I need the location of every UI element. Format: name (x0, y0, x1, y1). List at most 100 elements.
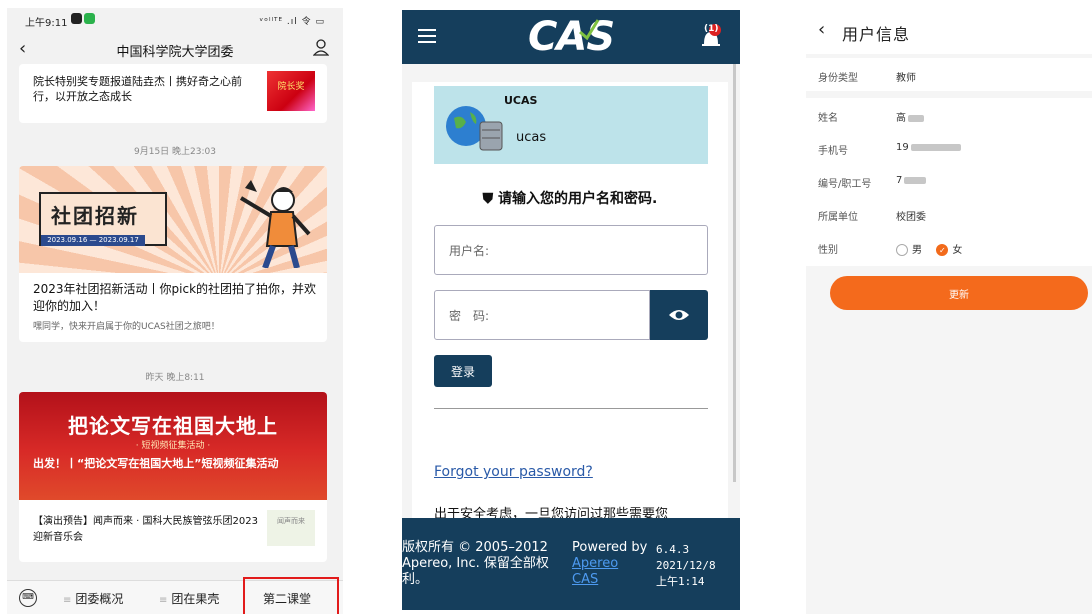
version-number: 6.4.3 (656, 543, 690, 556)
wechat-account-panel: 上午9:11 ᵛᵒˡˡᵀᴱ .ıl 令 ▭ ‹ 中国科学院大学团委 院长特别奖专… (7, 8, 343, 614)
field-label: 身份类型 (818, 73, 858, 84)
field-label: 性别 (818, 245, 838, 256)
version-info: 6.4.3 2021/12/8 上午1:14 (656, 542, 736, 590)
cas-logo: CAS (528, 14, 615, 60)
wechat-icon (84, 13, 95, 24)
cas-login-panel: CAS (1) UCAS ucas ⛊ 请输入您的用户名和密码. 用户名: 密 … (402, 10, 740, 610)
timestamp: 9月15日 晚上23:03 (134, 147, 216, 157)
field-row-gender: 性别 男 ✓ 女 (806, 230, 1092, 263)
back-arrow-icon[interactable]: ‹ (818, 19, 825, 40)
article-card[interactable]: 社团招新 2023.09.16 — 2023.09.17 2023年社团招新活动… (19, 166, 327, 342)
globe-server-icon (446, 106, 503, 151)
article-title: 【演出预告】闻声而来 · 国科大民族管弦乐团2023迎新音乐会 (33, 516, 258, 543)
field-label: 手机号 (818, 146, 848, 157)
redacted-blur (904, 176, 927, 184)
keyboard-icon[interactable]: ⌨ (19, 589, 37, 607)
signal-wifi-battery-icon: ᵛᵒˡˡᵀᴱ .ıl 令 ▭ (259, 17, 325, 27)
notification-count: (1) (704, 24, 719, 34)
show-password-eye-icon[interactable] (650, 290, 708, 340)
field-label: 所属单位 (818, 212, 858, 223)
article-card[interactable]: 把论文写在祖国大地上 · 短视频征集活动 · 出发！丨“把论文写在祖国大地上”短… (19, 392, 327, 562)
field-label: 姓名 (818, 113, 838, 124)
notification-bell-icon[interactable]: (1) (700, 24, 722, 50)
field-row-unit: 所属单位 校团委 (806, 197, 1092, 230)
cheering-person-illustration (239, 180, 311, 268)
radio-female-checked[interactable]: ✓ (936, 244, 949, 256)
field-value: 校团委 (896, 212, 926, 223)
service-info-box: UCAS ucas (434, 86, 708, 164)
highlight-box (243, 577, 339, 614)
copyright-text: 版权所有 © 2005–2012 Apereo, Inc. 保留全部权利。 (402, 540, 549, 587)
field-value-wrap: 高 (896, 109, 924, 124)
forgot-password-link[interactable]: Forgot your password? (434, 464, 593, 480)
article-thumbnail: 院长奖 (267, 71, 315, 111)
login-button[interactable]: 登录 (434, 355, 492, 387)
article-banner: 把论文写在祖国大地上 · 短视频征集活动 · 出发！丨“把论文写在祖国大地上”短… (19, 392, 327, 500)
tab-label: 团在果壳 (171, 592, 220, 606)
powered-prefix: Powered by (572, 540, 648, 555)
scrollbar[interactable] (733, 64, 736, 482)
field-value: 19 (896, 142, 909, 153)
field-row-staff-id: 编号/职工号 7 (806, 164, 1092, 197)
field-value: 高 (896, 113, 906, 124)
redacted-blur (908, 114, 924, 122)
banner-date: 2023.09.16 — 2023.09.17 (41, 235, 145, 246)
article-banner: 社团招新 2023.09.16 — 2023.09.17 (19, 166, 327, 273)
screenshot-collage: 上午9:11 ᵛᵒˡˡᵀᴱ .ıl 令 ▭ ‹ 中国科学院大学团委 院长特别奖专… (0, 0, 1092, 614)
field-value-wrap: 19 (896, 142, 961, 153)
password-input[interactable]: 密 码: (434, 290, 650, 340)
field-row-phone: 手机号 19 (806, 131, 1092, 164)
banner-subtitle: · 短视频征集活动 · (135, 441, 211, 451)
field-value: 7 (896, 175, 903, 186)
user-info-panel: ‹ 用户信息 身份类型 教师 姓名 高 手机号 19 编号/职工号 7 所属单位… (806, 10, 1092, 614)
page-title: 中国科学院大学团委 (116, 45, 234, 60)
profile-section: 姓名 高 手机号 19 编号/职工号 7 所属单位 校团委 性别 男 ✓ 女 (806, 98, 1092, 266)
user-info-header: ‹ 用户信息 (806, 10, 1092, 54)
app-icon (71, 13, 82, 24)
field-value-wrap: 7 (896, 175, 927, 186)
field-value: 教师 (896, 73, 916, 84)
article-card[interactable]: 院长特别奖专题报道陆垚杰丨携好奇之心前行，以开放之态成长 院长奖 (19, 64, 327, 123)
banner-title: 社团招新 (51, 204, 139, 228)
login-prompt-text: 请输入您的用户名和密码. (498, 191, 658, 207)
tab-overview[interactable]: ≡ 团委概况 (63, 590, 123, 607)
option-label: 男 (912, 245, 922, 256)
field-row-name: 姓名 高 (806, 98, 1092, 131)
build-date: 2021/12/8 (656, 559, 716, 572)
build-time: 上午1:14 (656, 575, 705, 588)
field-label: 编号/职工号 (818, 179, 872, 190)
timestamp: 昨天 晚上8:11 (145, 373, 205, 383)
article-title: 出发！丨“把论文写在祖国大地上”短视频征集活动 (33, 457, 279, 470)
article-thumbnail: 闻声而来 (267, 510, 315, 546)
status-app-icons (71, 13, 97, 25)
gender-options: 男 ✓ 女 (896, 241, 962, 256)
service-label: ucas (516, 130, 547, 145)
user-profile-icon[interactable] (313, 38, 329, 56)
article-title: 院长特别奖专题报道陆垚杰丨携好奇之心前行，以开放之态成长 (33, 75, 242, 103)
redacted-blur (910, 143, 961, 151)
cas-footer: 版权所有 © 2005–2012 Apereo, Inc. 保留全部权利。 Po… (402, 518, 740, 610)
menu-icon: ≡ (63, 595, 72, 606)
divider (434, 408, 708, 409)
bottom-menu-bar: ⌨ ≡ 团委概况 ≡ 团在果壳 第二课堂 (7, 577, 343, 614)
powered-by: Powered by Apereo CAS (572, 540, 648, 588)
cas-header: CAS (1) (402, 10, 740, 64)
status-time: 上午9:11 (25, 18, 68, 29)
article-title: 2023年社团招新活动丨你pick的社团拍了拍你，并欢迎你的加入！ (33, 282, 317, 313)
login-card: UCAS ucas ⛊ 请输入您的用户名和密码. 用户名: 密 码: 登录 Fo… (412, 82, 728, 522)
status-bar: 上午9:11 ᵛᵒˡˡᵀᴱ .ıl 令 ▭ (7, 8, 343, 32)
hamburger-menu-icon[interactable] (418, 29, 436, 43)
username-input[interactable]: 用户名: (434, 225, 708, 275)
menu-icon: ≡ (159, 595, 168, 606)
radio-male[interactable] (896, 244, 908, 256)
banner-title: 把论文写在祖国大地上 (68, 414, 278, 438)
field-row-identity-type: 身份类型 教师 (806, 58, 1092, 91)
password-placeholder: 密 码: (449, 309, 490, 323)
article-summary: 嘿同学，快来开启属于你的UCAS社团之旅吧！ (33, 322, 220, 332)
login-prompt: ⛊ 请输入您的用户名和密码. (412, 188, 728, 208)
update-button[interactable]: 更新 (830, 276, 1088, 310)
apereo-cas-link[interactable]: Apereo CAS (572, 556, 618, 587)
tab-in-guoke[interactable]: ≡ 团在果壳 (159, 590, 219, 607)
page-title: 用户信息 (842, 25, 911, 44)
service-name: UCAS (504, 94, 538, 107)
